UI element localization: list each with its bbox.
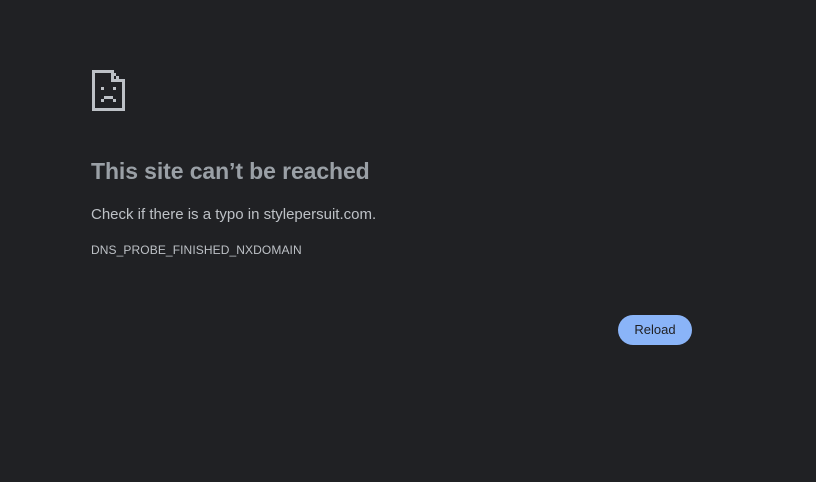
main-title: This site can’t be reached: [91, 158, 370, 184]
error-code: DNS_PROBE_FINISHED_NXDOMAIN: [91, 243, 302, 257]
sad-document-icon: [91, 69, 127, 113]
typo-suggestion: Check if there is a typo in stylepersuit…: [91, 206, 377, 223]
reload-button[interactable]: Reload: [618, 315, 692, 345]
error-page: This site can’t be reached Check if ther…: [0, 0, 816, 482]
